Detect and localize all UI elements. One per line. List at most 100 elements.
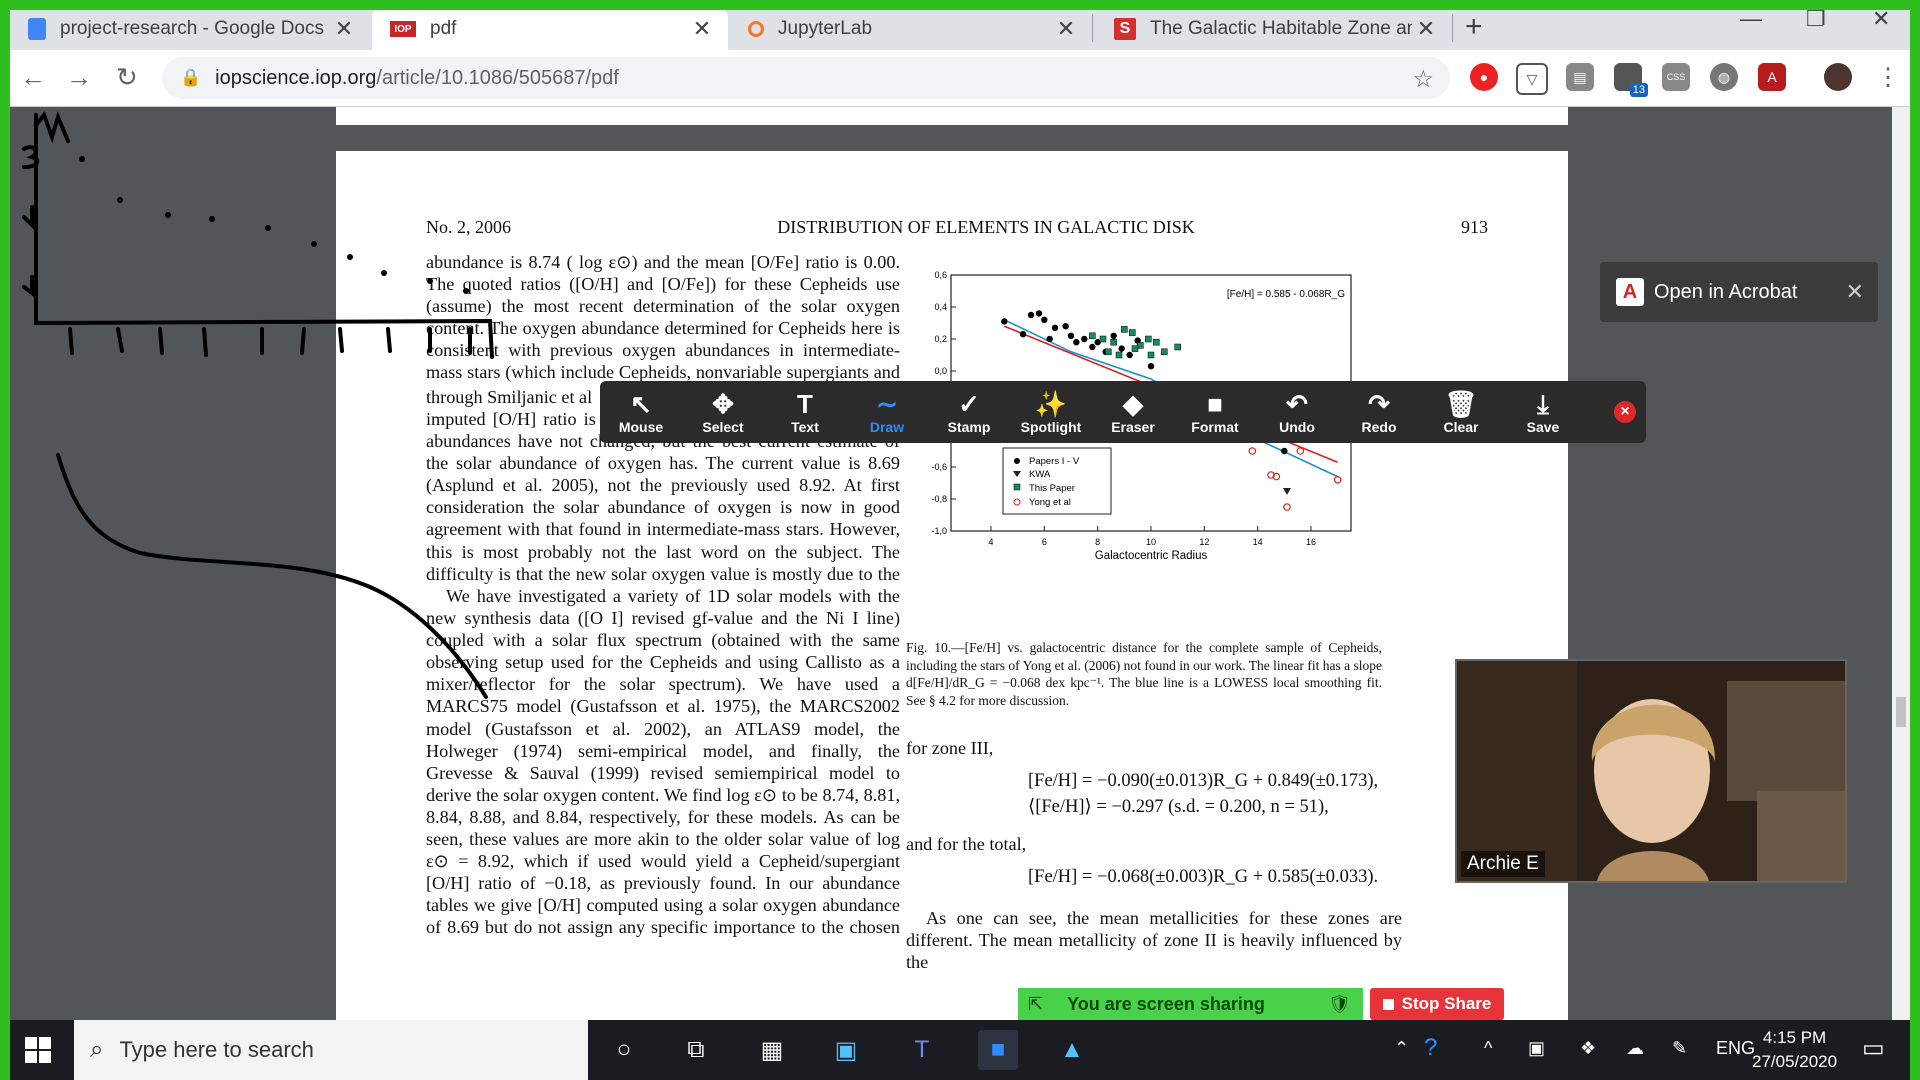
cortana-icon[interactable]: ○ bbox=[604, 1030, 644, 1070]
restore-icon[interactable]: ❐ bbox=[1806, 6, 1826, 32]
close-icon[interactable]: ✕ bbox=[1412, 16, 1440, 42]
teams-icon[interactable]: T bbox=[902, 1030, 942, 1070]
open-in-acrobat-label: Open in Acrobat bbox=[1654, 280, 1798, 303]
pin-icon: ⇱ bbox=[1028, 993, 1044, 1014]
redo-icon: ↷ bbox=[1368, 389, 1390, 419]
tool-clear[interactable]: 🗑 Clear bbox=[1420, 389, 1502, 435]
reload-icon[interactable]: ↻ bbox=[116, 62, 138, 93]
tool-save[interactable]: ⤓ Save bbox=[1502, 389, 1584, 435]
stop-icon bbox=[1382, 998, 1394, 1010]
hand-axes bbox=[34, 113, 494, 359]
participant-name: Archie E bbox=[1461, 851, 1545, 877]
hand-dot bbox=[79, 156, 85, 162]
pdf-viewer: No. 2, 2006 DISTRIBUTION OF ELEMENTS IN … bbox=[10, 107, 1910, 1020]
cursor-icon: ↖ bbox=[630, 389, 652, 419]
back-arrow-icon[interactable]: ← bbox=[20, 62, 46, 93]
tab-jupyterlab[interactable]: JupyterLab ✕ bbox=[730, 8, 1092, 50]
tab-title: JupyterLab bbox=[778, 18, 873, 39]
css-icon[interactable]: CSS bbox=[1662, 63, 1690, 91]
close-window-icon[interactable]: ✕ bbox=[1872, 6, 1890, 32]
action-center-icon[interactable]: ▭ bbox=[1862, 1034, 1885, 1063]
pocket-icon[interactable]: ▽ bbox=[1516, 63, 1548, 95]
close-annotation-icon[interactable]: × bbox=[1614, 401, 1636, 423]
menu-dots-icon[interactable]: ⋮ bbox=[1874, 63, 1902, 91]
tool-draw[interactable]: ∼ Draw bbox=[846, 389, 928, 435]
minimize-icon[interactable]: — bbox=[1740, 6, 1762, 32]
tool-label: Select bbox=[702, 419, 744, 435]
tool-eraser[interactable]: ◆ Eraser bbox=[1092, 389, 1174, 435]
stop-share-button[interactable]: Stop Share bbox=[1370, 988, 1504, 1020]
format-icon: ■ bbox=[1207, 389, 1223, 419]
notification-badge-icon[interactable]: ▣ bbox=[1528, 1038, 1545, 1059]
tool-select[interactable]: ✥ Select bbox=[682, 389, 764, 435]
taskbar-search[interactable]: ⌕ Type here to search bbox=[74, 1020, 588, 1080]
monitor-app-icon[interactable]: ▦ bbox=[752, 1030, 792, 1070]
chevron-up-icon[interactable]: ⌃ bbox=[1394, 1038, 1409, 1059]
tab-google-docs[interactable]: project-research - Google Docs ✕ bbox=[10, 8, 370, 50]
pen-icon[interactable]: ✎ bbox=[1672, 1038, 1687, 1059]
photos-icon[interactable]: ▲ bbox=[1052, 1030, 1092, 1070]
forward-arrow-icon[interactable]: → bbox=[66, 62, 92, 93]
tool-mouse[interactable]: ↖ Mouse bbox=[600, 389, 682, 435]
stop-share-label: Stop Share bbox=[1401, 994, 1492, 1013]
avatar[interactable] bbox=[1824, 63, 1852, 91]
cloud-icon[interactable]: ☁ bbox=[1626, 1038, 1644, 1059]
tool-redo[interactable]: ↷ Redo bbox=[1338, 389, 1420, 435]
browser-toolbar: ← → ↻ 🔒 iopscience.iop.org/article/10.10… bbox=[0, 50, 1920, 107]
windows-taskbar: ⌕ Type here to search ○ ⧉ ▦ ▣ T ■ ▲ ⌃ ? … bbox=[0, 1020, 1920, 1080]
extension-badge-icon[interactable]: 13 bbox=[1614, 63, 1648, 97]
task-view-icon[interactable]: ⧉ bbox=[676, 1030, 716, 1070]
open-in-acrobat-popup[interactable]: A Open in Acrobat ✕ bbox=[1600, 262, 1878, 322]
text-icon: T bbox=[797, 389, 813, 419]
tab-galactic-habitable-zone[interactable]: S The Galactic Habitable Zone and ✕ bbox=[1096, 8, 1452, 50]
save-icon: ⤓ bbox=[1537, 389, 1549, 419]
extension-icon[interactable]: ▤ bbox=[1566, 63, 1594, 91]
tool-stamp[interactable]: ✓ Stamp bbox=[928, 389, 1010, 435]
url-path: /article/10.1086/505687/pdf bbox=[376, 66, 619, 89]
close-icon[interactable]: ✕ bbox=[1052, 16, 1080, 42]
scrollbar-thumb[interactable] bbox=[1896, 697, 1906, 727]
video-tile[interactable]: Archie E bbox=[1455, 659, 1847, 883]
search-placeholder: Type here to search bbox=[119, 1037, 314, 1062]
windows-start-icon[interactable] bbox=[18, 1030, 58, 1070]
spotlight-icon: ✨ bbox=[1034, 389, 1068, 419]
acrobat-extension-icon[interactable]: A bbox=[1758, 63, 1786, 91]
google-docs-icon bbox=[28, 18, 46, 40]
language-indicator[interactable]: ENG bbox=[1716, 1038, 1755, 1059]
address-bar[interactable]: 🔒 iopscience.iop.org/article/10.1086/505… bbox=[162, 57, 1450, 99]
tray-chevron-icon[interactable]: ^ bbox=[1484, 1038, 1492, 1059]
new-tab-button[interactable]: + bbox=[1465, 10, 1483, 44]
hand-curve bbox=[56, 453, 488, 699]
tab-separator bbox=[1092, 14, 1093, 42]
undo-icon: ↶ bbox=[1286, 389, 1308, 419]
trash-icon: 🗑 bbox=[1444, 389, 1478, 419]
tool-format[interactable]: ■ Format bbox=[1174, 389, 1256, 435]
clock[interactable]: 4:15 PM 27/05/2020 bbox=[1752, 1026, 1837, 1074]
scribd-icon: S bbox=[1114, 18, 1136, 40]
tool-label: Undo bbox=[1279, 419, 1315, 435]
help-icon[interactable]: ? bbox=[1424, 1034, 1437, 1062]
hand-dot bbox=[117, 197, 123, 203]
screen-sharing-bar[interactable]: ⇱ You are screen sharing 🛡 bbox=[1018, 988, 1363, 1020]
close-icon[interactable]: ✕ bbox=[1846, 279, 1864, 305]
adblock-icon[interactable]: ● bbox=[1470, 63, 1498, 91]
dropbox-icon[interactable]: ❖ bbox=[1580, 1038, 1596, 1059]
tool-label: Stamp bbox=[947, 419, 991, 435]
close-icon[interactable]: ✕ bbox=[688, 16, 716, 42]
tool-label: Text bbox=[791, 419, 819, 435]
hand-letter-m bbox=[34, 110, 70, 144]
jupyter-icon bbox=[748, 21, 764, 37]
tool-text[interactable]: T Text bbox=[764, 389, 846, 435]
tool-label: Draw bbox=[869, 419, 905, 435]
tab-pdf[interactable]: IOP pdf ✕ bbox=[372, 8, 728, 50]
browser-tab-strip: project-research - Google Docs ✕ IOP pdf… bbox=[0, 0, 1920, 50]
tool-spotlight[interactable]: ✨ Spotlight bbox=[1010, 389, 1092, 435]
scrollbar[interactable] bbox=[1892, 107, 1910, 1020]
globe-icon[interactable]: ◍ bbox=[1710, 63, 1738, 91]
close-icon[interactable]: ✕ bbox=[330, 16, 358, 42]
tool-undo[interactable]: ↶ Undo bbox=[1256, 389, 1338, 435]
outlook-app-icon[interactable]: ▣ bbox=[826, 1030, 866, 1070]
bookmark-star-icon[interactable]: ☆ bbox=[1412, 65, 1434, 94]
zoom-icon[interactable]: ■ bbox=[978, 1030, 1018, 1070]
drawing-overlay bbox=[22, 110, 494, 699]
